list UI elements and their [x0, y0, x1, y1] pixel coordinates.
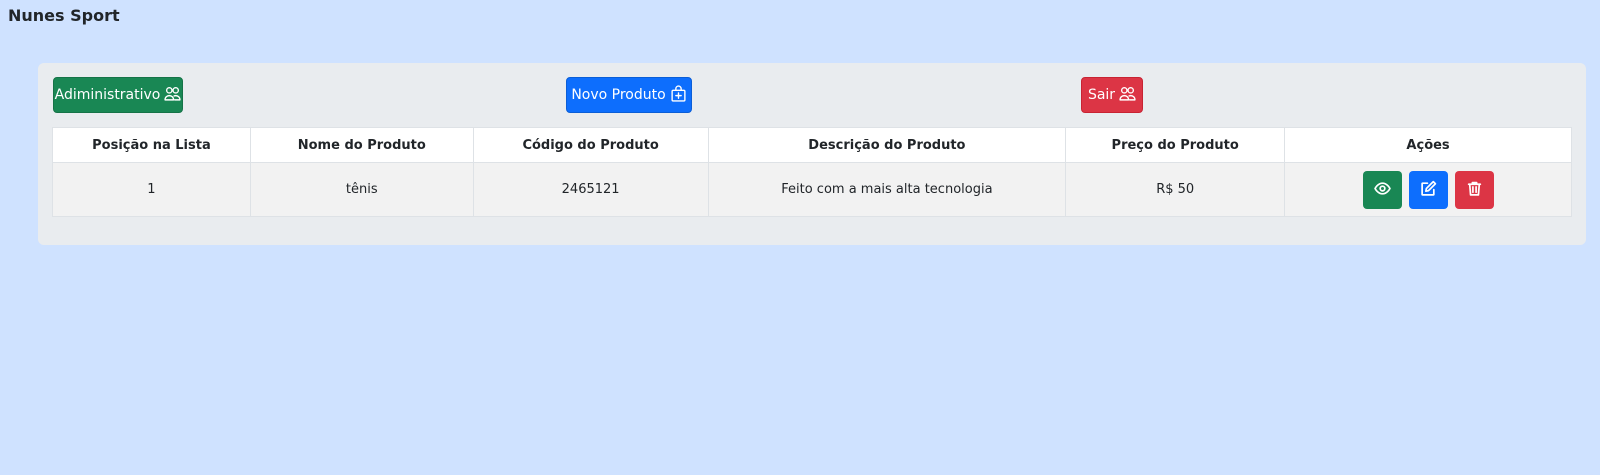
admin-button-label: Adiministrativo: [54, 87, 161, 103]
brand-title: Nunes Sport: [8, 6, 120, 25]
new-product-button[interactable]: Novo Produto: [566, 77, 692, 113]
bag-plus-icon: [670, 84, 687, 106]
cell-nome: tênis: [249, 162, 474, 217]
table-header-row: Posição na Lista Nome do Produto Código …: [52, 127, 1572, 163]
people-icon: [164, 85, 182, 106]
logout-button-label: Sair: [1087, 87, 1116, 103]
products-table: Posição na Lista Nome do Produto Código …: [52, 127, 1572, 217]
products-panel: Adiministrativo Novo Produto Sair Posiçã…: [38, 63, 1586, 245]
admin-button[interactable]: Adiministrativo: [53, 77, 183, 113]
header-preco: Preço do Produto: [1065, 127, 1286, 163]
cell-codigo: 2465121: [472, 162, 709, 217]
logout-button[interactable]: Sair: [1081, 77, 1143, 113]
trash-icon: [1466, 180, 1483, 200]
delete-button[interactable]: [1454, 170, 1494, 209]
cell-acoes: [1284, 162, 1572, 217]
people-icon: [1119, 85, 1136, 106]
header-acoes: Ações: [1284, 127, 1572, 163]
cell-posicao: 1: [52, 162, 251, 217]
view-button[interactable]: [1362, 170, 1402, 209]
header-nome: Nome do Produto: [249, 127, 474, 163]
cell-preco: R$ 50: [1065, 162, 1286, 217]
header-posicao: Posição na Lista: [52, 127, 251, 163]
header-codigo: Código do Produto: [472, 127, 709, 163]
header-descricao: Descrição do Produto: [707, 127, 1067, 163]
new-product-button-label: Novo Produto: [571, 87, 666, 103]
cell-descricao: Feito com a mais alta tecnologia: [707, 162, 1067, 217]
table-row: 1 tênis 2465121 Feito com a mais alta te…: [52, 162, 1572, 217]
eye-icon: [1373, 180, 1391, 200]
edit-button[interactable]: [1408, 170, 1448, 209]
edit-icon: [1420, 180, 1437, 200]
